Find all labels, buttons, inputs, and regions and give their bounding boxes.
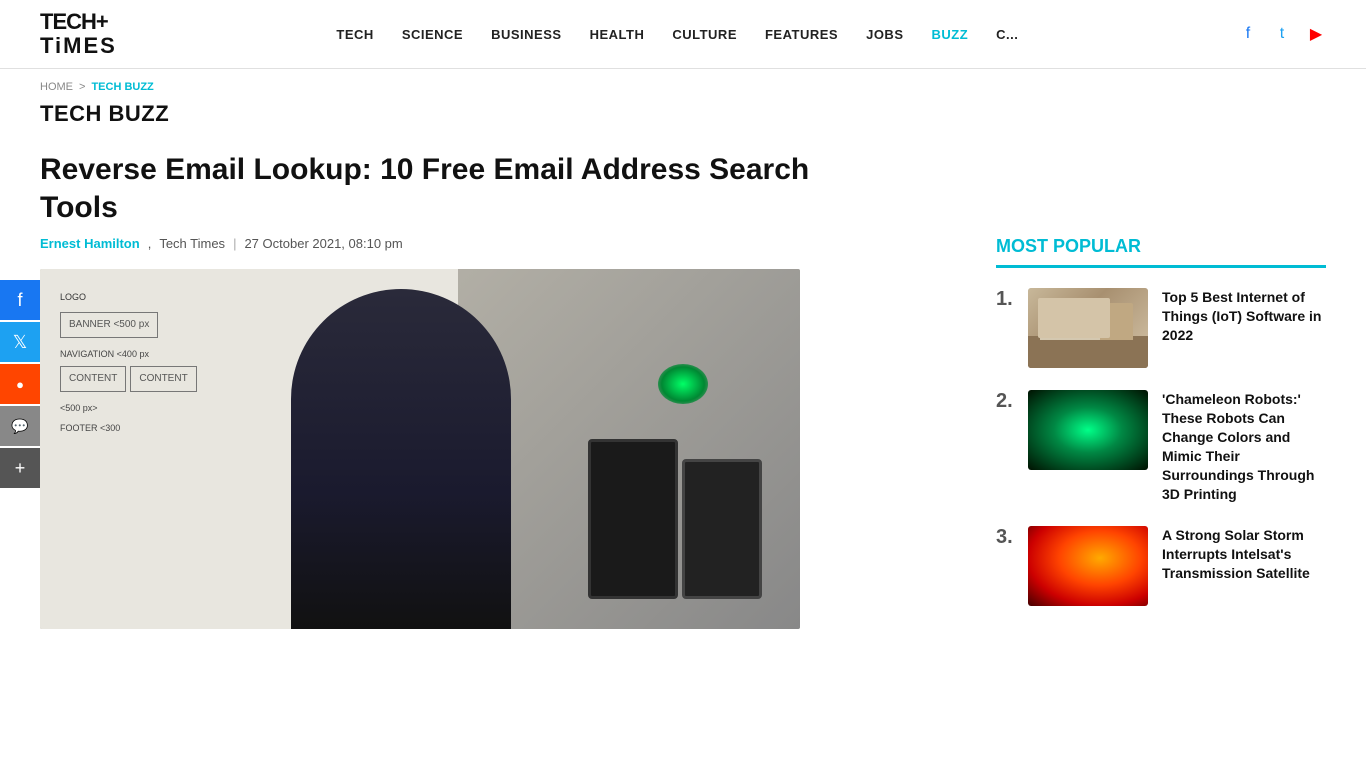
nav-science[interactable]: SCIENCE [402,27,463,42]
nav-jobs[interactable]: JOBS [866,27,903,42]
person-silhouette [291,289,511,629]
nav-features[interactable]: FEATURES [765,27,838,42]
share-message-button[interactable]: 💬 [0,406,40,446]
message-icon: 💬 [11,418,28,435]
breadcrumb: HOME > TECH BUZZ [0,69,1366,97]
solar-thumbnail [1028,526,1148,606]
header-youtube-icon[interactable]: ▶ [1306,24,1326,44]
site-header: TECH+ TiMES TECH SCIENCE BUSINESS HEALTH… [0,0,1366,69]
article-hero-image: LOGO BANNER <500 px NAVIGATION <400 px C… [40,269,800,629]
article-source-name: Tech Times [159,236,225,251]
nav-buzz[interactable]: BUZZ [932,27,969,42]
monitor-right [682,459,762,599]
monitor-left [588,439,678,599]
most-popular-title: MOST POPULAR [996,236,1326,268]
popular-item-3-title[interactable]: A Strong Solar Storm Interrupts Intelsat… [1162,526,1326,583]
iot-thumbnail [1028,288,1148,368]
article-title: Reverse Email Lookup: 10 Free Email Addr… [0,143,860,236]
logo-text-line2: TiMES [40,33,117,58]
hero-background: LOGO BANNER <500 px NAVIGATION <400 px C… [40,269,800,629]
article-meta-divider: | [233,236,236,251]
main-layout: Ernest Hamilton , Tech Times | 27 Octobe… [0,236,1366,629]
nav-more[interactable]: C... [996,27,1018,42]
popular-item-3: 3. A Strong Solar Storm Interrupts Intel… [996,526,1326,606]
article-meta: Ernest Hamilton , Tech Times | 27 Octobe… [40,236,956,251]
popular-item-3-number: 3. [996,526,1014,549]
nav-culture[interactable]: CULTURE [672,27,737,42]
article-author[interactable]: Ernest Hamilton [40,236,140,251]
plus-icon: + [15,458,26,479]
popular-item-3-thumbnail[interactable] [1028,526,1148,606]
main-nav: TECH SCIENCE BUSINESS HEALTH CULTURE FEA… [336,27,1018,42]
share-more-button[interactable]: + [0,448,40,488]
twitter-icon: 𝕏 [13,332,28,353]
breadcrumb-home[interactable]: HOME [40,81,73,93]
share-facebook-button[interactable]: f [0,280,40,320]
popular-item-2-title[interactable]: 'Chameleon Robots:' These Robots Can Cha… [1162,390,1326,503]
header-twitter-icon[interactable]: t [1272,24,1292,44]
social-sidebar: f 𝕏 ● 💬 + [0,280,40,488]
facebook-icon: f [17,290,22,311]
header-facebook-icon[interactable]: f [1238,24,1258,44]
logo-text-line1: TECH+ [40,10,108,34]
popular-item-1-number: 1. [996,288,1014,311]
breadcrumb-separator: > [79,81,85,93]
page-title: TECH BUZZ [0,97,1366,143]
chameleon-thumbnail [1028,390,1148,470]
sidebar: MOST POPULAR 1. Top 5 Best Internet of T… [996,236,1326,629]
popular-item-1-thumbnail[interactable] [1028,288,1148,368]
article-source: , [148,236,152,251]
popular-item-1-title[interactable]: Top 5 Best Internet of Things (IoT) Soft… [1162,288,1326,345]
site-logo[interactable]: TECH+ TiMES [40,10,117,58]
header-social-links: f t ▶ [1238,24,1326,44]
article-date: 27 October 2021, 08:10 pm [244,236,402,251]
nav-business[interactable]: BUSINESS [491,27,561,42]
popular-item-2-thumbnail[interactable] [1028,390,1148,470]
breadcrumb-current: TECH BUZZ [91,81,153,93]
share-reddit-button[interactable]: ● [0,364,40,404]
content-area: Ernest Hamilton , Tech Times | 27 Octobe… [40,236,956,629]
reddit-icon: ● [16,377,24,392]
share-twitter-button[interactable]: 𝕏 [0,322,40,362]
popular-item-1: 1. Top 5 Best Internet of Things (IoT) S… [996,288,1326,368]
popular-item-2-number: 2. [996,390,1014,413]
popular-item-2: 2. 'Chameleon Robots:' These Robots Can … [996,390,1326,503]
nav-tech[interactable]: TECH [336,27,373,42]
nav-health[interactable]: HEALTH [590,27,645,42]
